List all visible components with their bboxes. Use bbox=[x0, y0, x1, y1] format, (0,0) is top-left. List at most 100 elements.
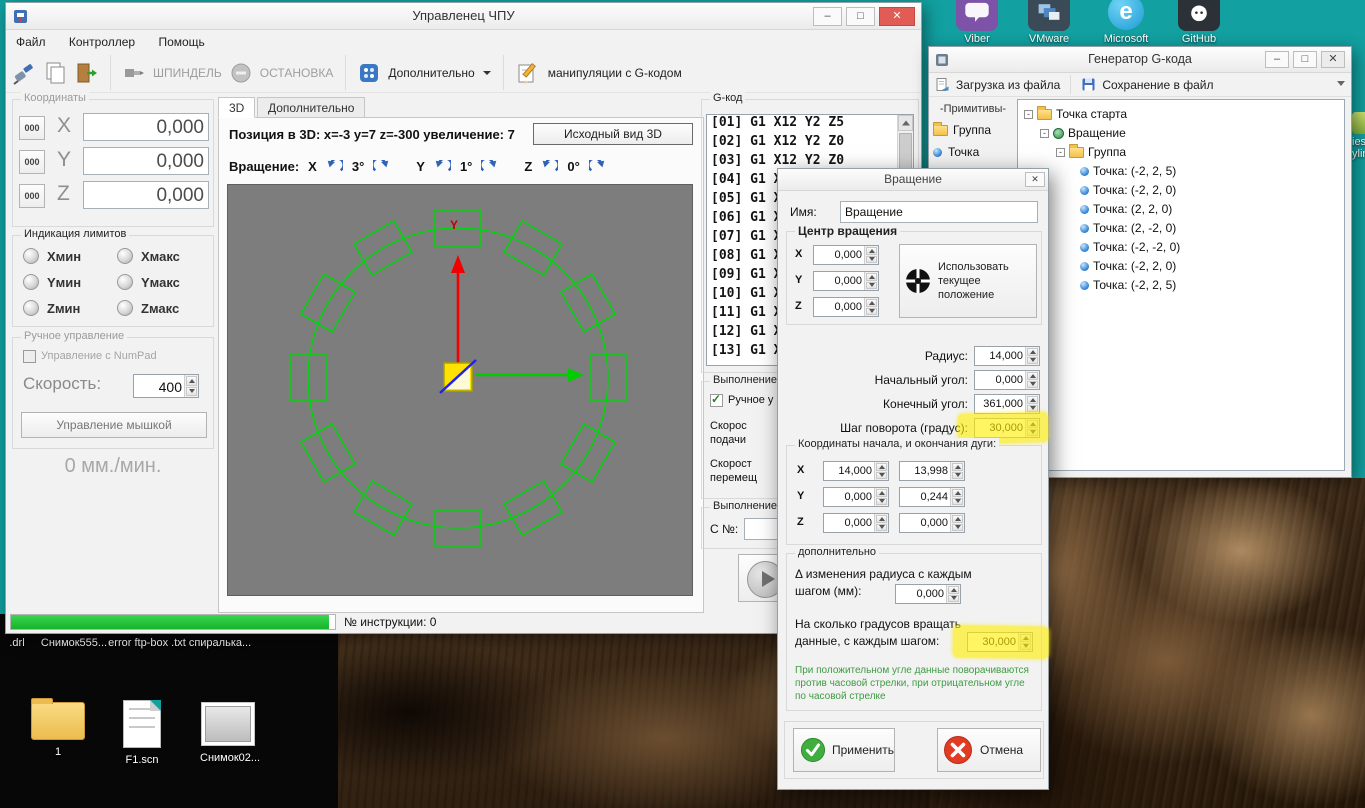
desktop-file-label[interactable]: Снимок555... bbox=[36, 637, 112, 651]
tab-3d[interactable]: 3D bbox=[218, 97, 256, 118]
load-file-icon[interactable] bbox=[935, 77, 950, 92]
zero-z-button[interactable]: 000 bbox=[19, 184, 45, 208]
generator-titlebar[interactable]: Генератор G-кода – □ ✕ bbox=[929, 47, 1351, 73]
tree-item-point[interactable]: Точка: (2, 2, 0) bbox=[1080, 200, 1172, 218]
rotate-y-cw-icon[interactable] bbox=[481, 160, 498, 173]
tree-item-point[interactable]: Точка: (-2, 2, 0) bbox=[1080, 181, 1176, 199]
tree-item-point[interactable]: Точка: (-2, 2, 0) bbox=[1080, 257, 1176, 275]
save-file-button[interactable]: Сохранение в файл bbox=[1102, 78, 1213, 92]
close-button[interactable]: ✕ bbox=[879, 7, 915, 26]
gcode-manip-button-label[interactable]: манипуляции с G-кодом bbox=[548, 66, 682, 80]
minimize-button[interactable]: – bbox=[1265, 51, 1289, 68]
radius-stepper[interactable]: 14,000 bbox=[974, 346, 1040, 366]
reset-view-button[interactable]: Исходный вид 3D bbox=[533, 123, 693, 145]
tree-expander[interactable]: - bbox=[1056, 147, 1065, 157]
tree-item-rotation[interactable]: - Вращение bbox=[1040, 124, 1126, 142]
desktop-icon-f1scn[interactable]: F1.scn bbox=[118, 700, 166, 768]
tree-item-group[interactable]: - Группа bbox=[1056, 143, 1126, 161]
primitive-group-item[interactable]: Группа bbox=[933, 121, 1013, 137]
menu-help[interactable]: Помощь bbox=[148, 31, 214, 53]
gcode-edit-icon[interactable] bbox=[516, 61, 540, 85]
copy-icon[interactable] bbox=[44, 61, 66, 85]
connect-icon[interactable] bbox=[12, 61, 36, 85]
numpad-checkbox bbox=[23, 350, 36, 363]
dialog-close-button[interactable]: ✕ bbox=[1025, 172, 1045, 187]
use-current-position-button[interactable]: Использовать текущее положение bbox=[899, 244, 1037, 318]
rotate-x-cw-icon[interactable] bbox=[373, 160, 390, 173]
primitive-point-item[interactable]: Точка bbox=[933, 145, 1013, 159]
start-angle-stepper[interactable]: 0,000 bbox=[974, 370, 1040, 390]
mouse-control-button[interactable]: Управление мышкой bbox=[21, 412, 207, 438]
main-titlebar[interactable]: Управленец ЧПУ – □ ✕ bbox=[6, 3, 921, 30]
save-file-icon[interactable] bbox=[1081, 77, 1096, 92]
tree-item-point[interactable]: Точка: (-2, 2, 5) bbox=[1080, 162, 1176, 180]
rotate-z-ccw-icon[interactable] bbox=[541, 160, 558, 173]
additional-button-label[interactable]: Дополнительно bbox=[388, 66, 474, 80]
desktop-icon-folder-1[interactable]: 1 bbox=[30, 698, 86, 760]
exit-icon[interactable] bbox=[74, 61, 98, 85]
cancel-button[interactable]: Отмена bbox=[937, 728, 1041, 772]
tree-item-label: Точка: (-2, 2, 5) bbox=[1093, 164, 1177, 178]
toolbar-overflow-caret[interactable] bbox=[1337, 81, 1345, 86]
load-file-button[interactable]: Загрузка из файла bbox=[956, 78, 1060, 92]
rotate-z-cw-icon[interactable] bbox=[589, 160, 606, 173]
spindle-icon bbox=[125, 68, 144, 77]
dialog-titlebar[interactable]: Вращение ✕ bbox=[778, 169, 1048, 191]
delta-radius-stepper[interactable]: 0,000 bbox=[895, 584, 961, 604]
speed-stepper[interactable]: 400 bbox=[133, 374, 199, 398]
generator-tree[interactable]: - Точка старта - Вращение - Группа Точка: (… bbox=[1017, 99, 1345, 471]
rotate-x-ccw-icon[interactable] bbox=[326, 160, 343, 173]
additional-dropdown-caret[interactable] bbox=[482, 70, 491, 75]
desktop-file-label[interactable]: error ftp-box .txt bbox=[108, 637, 186, 651]
zero-x-button[interactable]: 000 bbox=[19, 116, 45, 140]
apply-button[interactable]: Применить bbox=[793, 728, 895, 772]
desktop-file-label[interactable]: спиралька... bbox=[184, 637, 256, 651]
end-angle-stepper[interactable]: 361,000 bbox=[974, 394, 1040, 414]
arc-x-end-stepper[interactable]: 13,998 bbox=[899, 461, 965, 481]
arc-x-start-stepper[interactable]: 14,000 bbox=[823, 461, 889, 481]
arc-z-start-stepper[interactable]: 0,000 bbox=[823, 513, 889, 533]
coord-z-value[interactable]: 0,000 bbox=[83, 181, 209, 209]
desktop-icon-github[interactable]: GitHub bbox=[1176, 0, 1222, 45]
desktop-icon-vmware[interactable]: VMware bbox=[1026, 0, 1072, 45]
viewport-3d[interactable]: Y bbox=[227, 184, 693, 596]
tree-item-start-point[interactable]: - Точка старта bbox=[1024, 105, 1127, 123]
tree-item-point[interactable]: Точка: (-2, -2, 0) bbox=[1080, 238, 1180, 256]
arc-y-end-stepper[interactable]: 0,244 bbox=[899, 487, 965, 507]
rotate-y-ccw-icon[interactable] bbox=[434, 160, 451, 173]
step-angle-stepper[interactable]: 30,000 bbox=[974, 418, 1040, 438]
gcode-line[interactable]: [02] G1 X12 Y2 Z0 bbox=[707, 134, 913, 153]
desktop-icon-snimok02[interactable]: Снимок02... bbox=[200, 702, 260, 766]
maximize-button[interactable]: □ bbox=[846, 7, 875, 26]
manual-exec-checkbox[interactable] bbox=[710, 392, 723, 407]
desktop-icon-edge-partial[interactable]: ies ylin... bbox=[1352, 112, 1365, 160]
zero-y-button[interactable]: 000 bbox=[19, 150, 45, 174]
desktop-icon-microsoft[interactable]: e Microsoft bbox=[1103, 0, 1149, 45]
arc-z-end-stepper[interactable]: 0,000 bbox=[899, 513, 965, 533]
arc-y-start-stepper[interactable]: 0,000 bbox=[823, 487, 889, 507]
desktop-file-label[interactable]: .drl bbox=[0, 637, 34, 651]
gcode-line[interactable]: [01] G1 X12 Y2 Z5 bbox=[707, 115, 913, 134]
menu-file[interactable]: Файл bbox=[6, 31, 56, 53]
tree-expander[interactable]: - bbox=[1024, 109, 1033, 119]
edge-partial-label: ylin... bbox=[1352, 148, 1365, 160]
scroll-up-arrow[interactable] bbox=[898, 115, 913, 131]
coord-x-value[interactable]: 0,000 bbox=[83, 113, 209, 141]
menu-controller[interactable]: Контроллер bbox=[59, 31, 145, 53]
center-y-stepper[interactable]: 0,000 bbox=[813, 271, 879, 291]
tree-expander[interactable]: - bbox=[1040, 128, 1049, 138]
maximize-button[interactable]: □ bbox=[1293, 51, 1317, 68]
center-z-stepper[interactable]: 0,000 bbox=[813, 297, 879, 317]
minimize-button[interactable]: – bbox=[813, 7, 842, 26]
additional-icon[interactable] bbox=[358, 62, 380, 84]
tab-additional[interactable]: Дополнительно bbox=[257, 97, 366, 118]
name-input[interactable]: Вращение bbox=[840, 201, 1038, 223]
tree-item-point[interactable]: Точка: (2, -2, 0) bbox=[1080, 219, 1176, 237]
close-button[interactable]: ✕ bbox=[1321, 51, 1345, 68]
center-x-stepper[interactable]: 0,000 bbox=[813, 245, 879, 265]
tree-item-point[interactable]: Точка: (-2, 2, 5) bbox=[1080, 276, 1176, 294]
tree-item-label: Точка: (2, 2, 0) bbox=[1093, 202, 1173, 216]
desktop-icon-viber[interactable]: Viber bbox=[954, 0, 1000, 45]
rotate-data-stepper[interactable]: 30,000 bbox=[967, 632, 1033, 652]
coord-y-value[interactable]: 0,000 bbox=[83, 147, 209, 175]
